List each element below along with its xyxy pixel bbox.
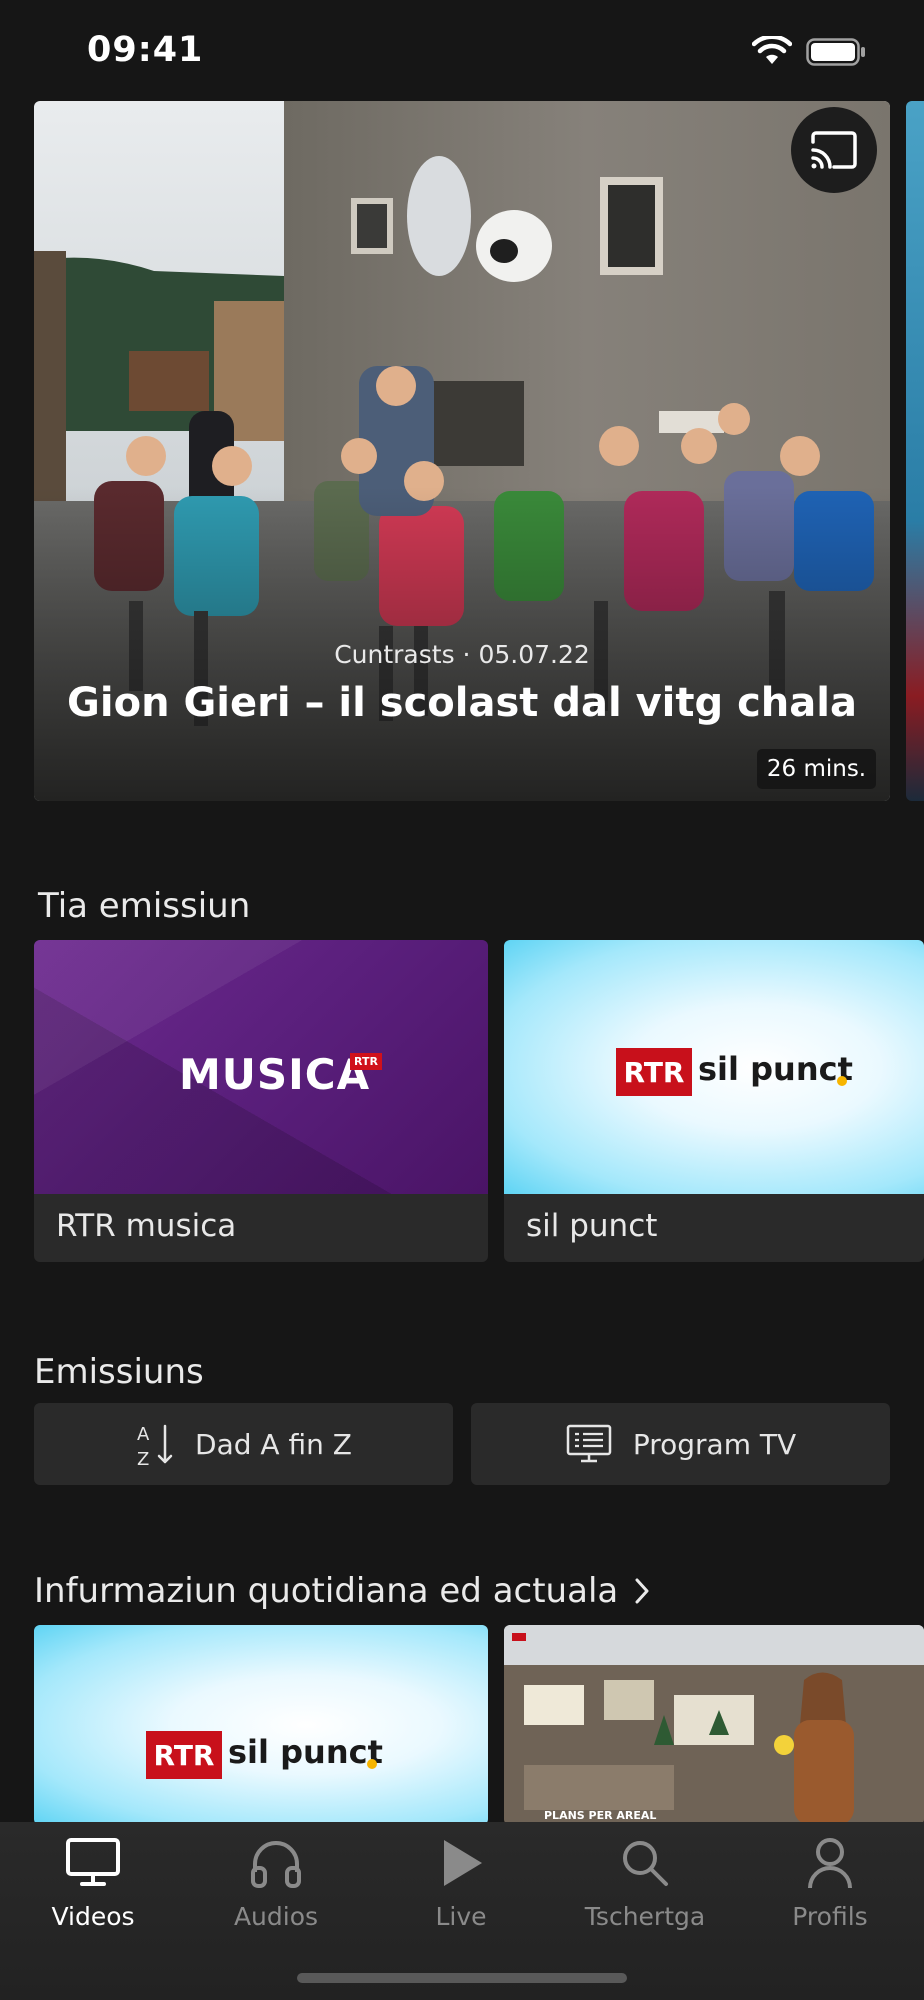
status-bar: 09:41 xyxy=(0,0,924,100)
tab-label: Tschertga xyxy=(584,1902,706,1931)
rtr-logo-box: RTR xyxy=(146,1731,222,1779)
battery-icon xyxy=(806,38,865,66)
news-card-report[interactable]: PLANS PER AREAL xyxy=(504,1625,924,1825)
rtr-badge: RTR xyxy=(350,1053,382,1070)
tab-bar: Videos Audios Live Tschertga Profils xyxy=(0,1822,924,2000)
show-card-label: sil punct xyxy=(526,1208,658,1244)
svg-text:A: A xyxy=(137,1424,150,1445)
tab-audios[interactable]: Audios xyxy=(191,1836,361,1946)
program-tv-button[interactable]: Program TV xyxy=(471,1403,890,1485)
tab-videos[interactable]: Videos xyxy=(8,1836,178,1946)
newsroom-image xyxy=(504,1625,924,1825)
wifi-icon xyxy=(752,36,792,64)
news-card-sil-punct[interactable]: RTR sil punct xyxy=(34,1625,488,1825)
a-to-z-button[interactable]: A Z Dad A fin Z xyxy=(34,1403,453,1485)
sil-punct-logo-text: sil punct xyxy=(228,1733,383,1771)
program-tv-label: Program TV xyxy=(632,1427,797,1461)
monitor-icon xyxy=(66,1838,120,1886)
show-thumbnail: MUSICA RTR xyxy=(34,940,488,1194)
punct-dot xyxy=(837,1076,847,1086)
status-time: 09:41 xyxy=(87,30,204,70)
profile-icon xyxy=(808,1838,852,1889)
tab-label: Videos xyxy=(51,1902,135,1931)
tab-label: Audios xyxy=(233,1902,319,1931)
show-card-label: RTR musica xyxy=(56,1208,237,1244)
rtr-logo-box: RTR xyxy=(616,1048,692,1096)
search-icon xyxy=(623,1841,668,1886)
my-shows-title: Tia emissiun xyxy=(38,886,251,926)
cast-icon xyxy=(811,131,857,169)
news-thumbnail: PLANS PER AREAL xyxy=(504,1625,924,1825)
news-overlay-text: PLANS PER AREAL xyxy=(544,1809,657,1822)
show-card-sil-punct[interactable]: RTR sil punct sil punct xyxy=(504,940,924,1262)
news-section-header[interactable]: Infurmaziun quotidiana ed actuala xyxy=(34,1571,652,1611)
play-icon xyxy=(444,1840,482,1886)
duration-badge: 26 mins. xyxy=(757,749,876,789)
punct-dot xyxy=(367,1759,377,1769)
tab-label: Profils xyxy=(792,1902,868,1931)
sort-az-icon: A Z xyxy=(137,1424,173,1468)
show-thumbnail: RTR sil punct xyxy=(504,940,924,1194)
svg-text:Z: Z xyxy=(137,1449,149,1468)
tab-live[interactable]: Live xyxy=(376,1836,546,1946)
tab-profile[interactable]: Profils xyxy=(745,1836,915,1946)
show-card-rtr-musica[interactable]: MUSICA RTR RTR musica xyxy=(34,940,488,1262)
tab-search[interactable]: Tschertga xyxy=(560,1836,730,1946)
tab-label: Live xyxy=(435,1902,487,1931)
chevron-right-icon xyxy=(635,1578,649,1604)
hero-subtitle: Cuntrasts · 05.07.22 xyxy=(334,640,590,669)
headphones-icon xyxy=(251,1841,301,1888)
cast-button[interactable] xyxy=(791,107,877,193)
sil-punct-logo-text: sil punct xyxy=(698,1050,853,1088)
shows-title: Emissiuns xyxy=(34,1352,204,1392)
musica-logo: MUSICA xyxy=(179,1050,371,1099)
news-title: Infurmaziun quotidiana ed actuala xyxy=(34,1571,619,1611)
tv-program-icon xyxy=(566,1424,612,1463)
news-thumbnail: RTR sil punct xyxy=(34,1625,488,1825)
hero-title: Gion Gieri – il scolast dal vitg chala xyxy=(67,680,857,726)
a-to-z-label: Dad A fin Z xyxy=(195,1427,352,1461)
home-indicator xyxy=(297,1973,627,1983)
